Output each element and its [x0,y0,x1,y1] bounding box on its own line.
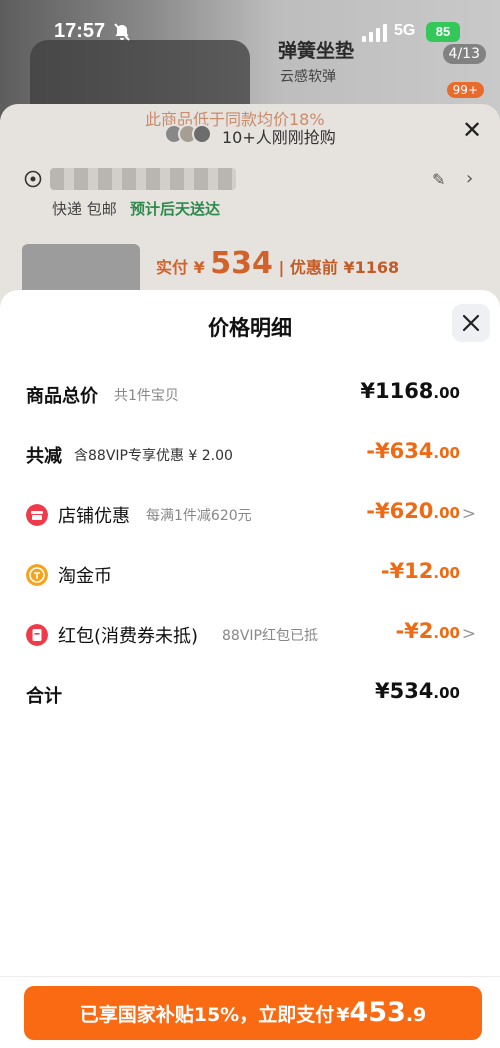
chevron-right-icon[interactable]: › [466,168,473,189]
location-icon [24,170,42,188]
delivery-estimate: 预计后天送达 [130,200,221,218]
row-value: ¥534.00 [374,679,460,703]
shipping-method: 快递 包邮 [52,200,117,218]
address-blurred[interactable] [50,168,236,190]
bottom-divider [0,976,500,977]
row-total-price: 商品总价 共1件宝贝 ¥1168.00 [0,374,500,414]
row-label: 共减 [26,446,62,467]
pay-label: 实付 ¥ [156,258,205,277]
pay-button-amount: 453 [349,997,406,1028]
pay-button-text: 已享国家补贴15%，立即支付 [79,1004,335,1026]
pay-button-decimal: .9 [405,1004,427,1026]
sheet-title: 价格明细 [208,316,292,340]
rush-text: 10+人刚刚抢购 [222,128,336,147]
row-red-packet[interactable]: 红包(消费券未抵) 88VIP红包已抵 -¥2.00 > [0,614,500,654]
row-gold-coin: 淘金币 -¥12.00 [0,554,500,594]
count-badge: 99+ [446,82,484,98]
row-sub: 88VIP红包已抵 [222,628,318,644]
row-label: 淘金币 [58,566,112,587]
price-detail-sheet: 价格明细 商品总价 共1件宝贝 ¥1168.00 共减 含88VIP专享优惠 ¥… [0,290,500,1048]
close-icon[interactable]: ✕ [462,116,482,144]
pay-amount: 534 [210,246,273,281]
row-sum: 合计 ¥534.00 [0,674,500,714]
row-total-discount: 共减 含88VIP专享优惠 ¥ 2.00 -¥634.00 [0,434,500,474]
pay-now-button[interactable]: 已享国家补贴15%，立即支付 ¥ 453 .9 [24,986,482,1040]
row-value: -¥2.00 [395,619,460,643]
before-discount: | 优惠前 ¥1168 [278,258,400,277]
red-packet-icon [26,624,48,646]
row-value: -¥620.00 [366,499,460,523]
gold-coin-icon [26,564,48,586]
row-value: -¥634.00 [366,439,460,463]
row-value: ¥1168.00 [360,379,460,403]
close-icon [462,314,480,332]
pay-button-currency: ¥ [336,1004,350,1026]
edit-icon[interactable]: ✎ [432,170,445,189]
row-sub: 每满1件减620元 [146,508,252,524]
chevron-right-icon: > [461,504,476,524]
row-value: -¥12.00 [380,559,460,583]
clock: 17:57 [54,20,106,42]
cellular-signal-icon [362,24,387,42]
row-label: 商品总价 [26,386,98,407]
chevron-right-icon: > [461,624,476,644]
row-label: 红包(消费券未抵) [58,626,199,647]
row-store-discount[interactable]: 店铺优惠 每满1件减620元 -¥620.00 > [0,494,500,534]
bell-muted-icon [114,23,130,41]
paid-amount: 实付 ¥ 534 | 优惠前 ¥1168 [156,246,399,281]
store-coupon-icon [26,504,48,526]
row-sub: 含88VIP专享优惠 ¥ 2.00 [74,448,233,464]
network-type: 5G [394,22,416,39]
status-bar: 17:57 5G 85 [0,0,500,64]
buyer-avatars [164,124,216,146]
row-label: 店铺优惠 [58,506,130,527]
row-sub: 共1件宝贝 [114,388,179,404]
row-label: 合计 [26,686,62,707]
battery-icon: 85 [426,22,460,42]
close-button[interactable] [452,304,490,342]
promo-subtitle: 云感软弹 [280,69,336,85]
